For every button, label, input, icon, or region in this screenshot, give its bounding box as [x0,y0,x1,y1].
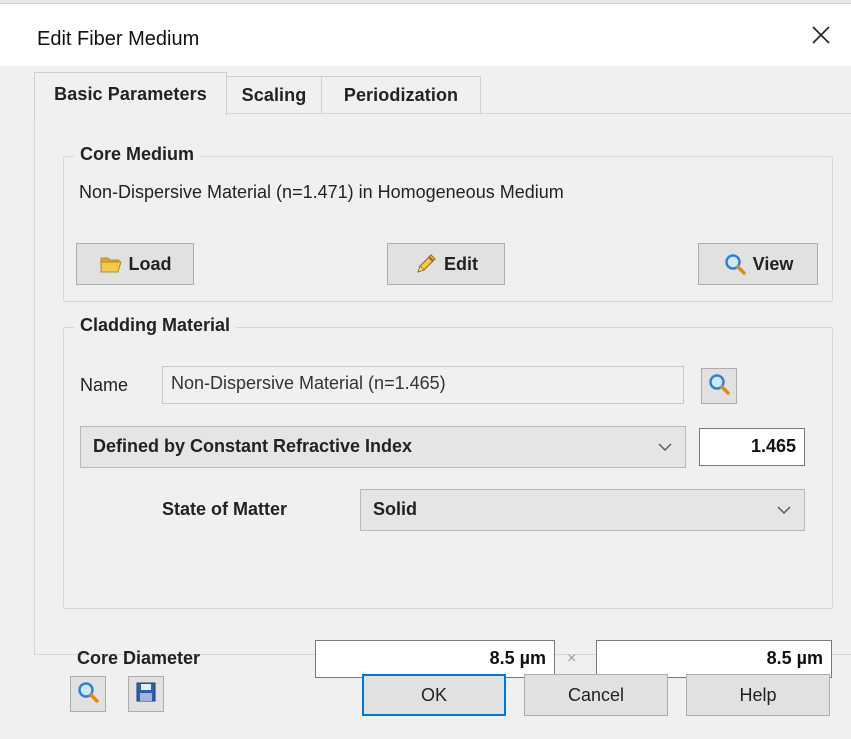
state-of-matter-label: State of Matter [162,499,288,519]
name-label: Name [80,375,129,395]
core-diameter-y-input[interactable]: 8.5 µm [596,640,832,678]
tab-basic-parameters[interactable]: Basic Parameters [34,72,227,116]
tab-scaling[interactable]: Scaling [226,76,322,114]
state-of-matter-dropdown[interactable]: Solid [360,489,805,531]
cancel-button-label: Cancel [567,684,625,705]
edit-button-label: Edit [444,253,478,274]
load-button-label: Load [128,253,172,274]
cladding-material-group-title: Cladding Material [74,315,237,336]
cladding-view-button[interactable] [701,368,737,404]
refractive-index-input[interactable]: 1.465 [699,428,805,466]
title-bar: Edit Fiber Medium [0,4,851,66]
pencil-icon [414,252,438,276]
state-selected-value: Solid [373,499,417,519]
tab-label: Periodization [343,85,459,105]
load-button[interactable]: Load [76,243,194,285]
ok-button-label: OK [420,684,447,705]
magnifier-icon [707,372,731,401]
help-button-label: Help [739,684,777,705]
dialog-client-area: Basic Parameters Scaling Periodization C… [0,66,851,739]
footer-view-button[interactable] [70,676,106,712]
cladding-material-group: Cladding Material Name Non-Dispersive Ma… [63,315,833,609]
tab-periodization[interactable]: Periodization [321,76,481,114]
cancel-button[interactable]: Cancel [524,674,668,716]
ok-button[interactable]: OK [362,674,506,716]
core-medium-group-title: Core Medium [74,144,201,165]
chevron-down-icon [657,439,673,455]
tab-label: Scaling [241,85,307,105]
help-button[interactable]: Help [686,674,830,716]
edit-fiber-medium-dialog: Edit Fiber Medium Basic Parameters Scali… [0,0,851,739]
chevron-down-icon [776,502,792,518]
core-medium-description: Non-Dispersive Material (n=1.471) in Hom… [79,182,564,202]
edit-button[interactable]: Edit [387,243,505,285]
core-diameter-label: Core Diameter [77,648,201,668]
folder-open-icon [99,252,123,276]
close-button[interactable] [791,8,851,66]
save-button[interactable] [128,676,164,712]
view-button[interactable]: View [698,243,818,285]
times-sign: × [567,650,577,667]
core-medium-group: Core Medium Non-Dispersive Material (n=1… [63,144,833,302]
core-diameter-x-input[interactable]: 8.5 µm [315,640,555,678]
definition-dropdown[interactable]: Defined by Constant Refractive Index [80,426,686,468]
close-icon [811,25,831,50]
window-title: Edit Fiber Medium [37,28,200,50]
definition-selected-value: Defined by Constant Refractive Index [93,436,413,456]
core-diameter-y-value: 8.5 µm [766,648,823,668]
cladding-name-value: Non-Dispersive Material (n=1.465) [171,373,446,393]
magnifier-icon [76,680,100,709]
basic-parameters-panel: Core Medium Non-Dispersive Material (n=1… [34,113,851,678]
tab-label: Basic Parameters [54,84,207,104]
refractive-index-value: 1.465 [750,436,796,456]
floppy-disk-icon [134,680,158,709]
magnifier-icon [723,252,747,276]
cladding-name-field: Non-Dispersive Material (n=1.465) [162,366,684,404]
core-diameter-x-value: 8.5 µm [489,648,546,668]
view-button-label: View [752,253,794,274]
